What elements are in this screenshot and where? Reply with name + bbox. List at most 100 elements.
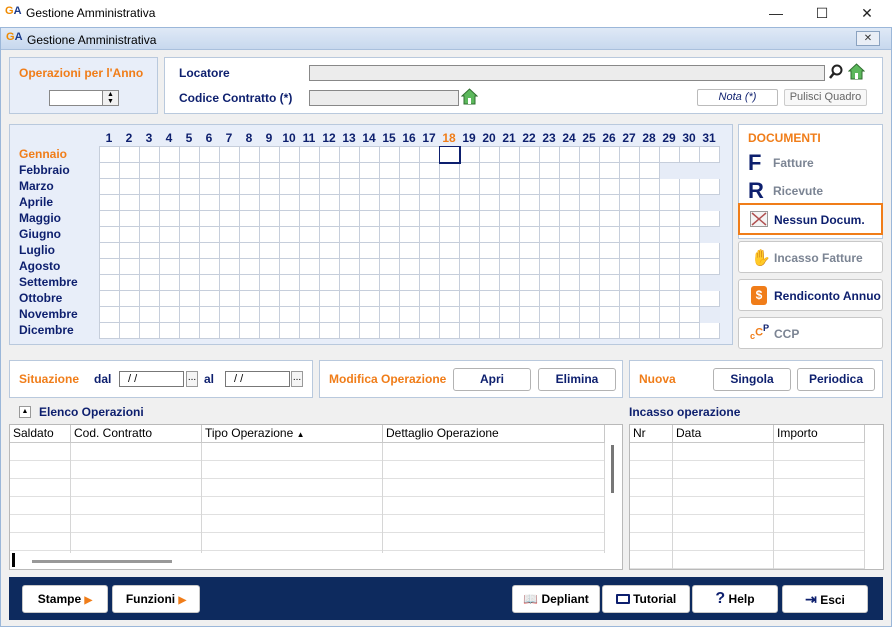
calendar-day-cell[interactable] xyxy=(559,178,580,195)
calendar-day-cell[interactable] xyxy=(159,146,180,163)
calendar-day-cell[interactable] xyxy=(459,146,480,163)
calendar-day-cell[interactable] xyxy=(319,290,340,307)
calendar-day-cell[interactable] xyxy=(599,242,620,259)
calendar-day-cell[interactable] xyxy=(499,210,520,227)
table-row[interactable] xyxy=(10,443,605,461)
calendar-day-cell[interactable] xyxy=(299,290,320,307)
calendar-day-cell[interactable] xyxy=(219,322,240,339)
calendar-day-cell[interactable] xyxy=(679,290,700,307)
calendar-day-cell[interactable] xyxy=(179,242,200,259)
calendar-day-cell[interactable] xyxy=(499,322,520,339)
apri-button[interactable]: Apri xyxy=(453,368,531,391)
calendar-day-cell[interactable] xyxy=(459,210,480,227)
calendar-grid[interactable] xyxy=(99,145,720,339)
calendar-day-cell[interactable] xyxy=(699,322,720,339)
tutorial-button[interactable]: Tutorial xyxy=(602,585,690,613)
calendar-day-cell[interactable] xyxy=(259,258,280,275)
calendar-day-cell[interactable] xyxy=(599,322,620,339)
calendar-day-cell[interactable] xyxy=(119,290,140,307)
calendar-day-cell[interactable] xyxy=(419,178,440,195)
calendar-day-cell[interactable] xyxy=(639,258,660,275)
calendar-day-cell[interactable] xyxy=(699,210,720,227)
calendar-day-cell[interactable] xyxy=(559,226,580,243)
calendar-day-cell[interactable] xyxy=(119,194,140,211)
calendar-day-cell[interactable] xyxy=(239,274,260,291)
calendar-day-cell[interactable] xyxy=(179,178,200,195)
calendar-day-cell[interactable] xyxy=(419,274,440,291)
calendar-day-cell[interactable] xyxy=(519,242,540,259)
calendar-day-cell[interactable] xyxy=(199,258,220,275)
calendar-day-cell[interactable] xyxy=(159,274,180,291)
calendar-day-cell[interactable] xyxy=(699,146,720,163)
calendar-day-cell[interactable] xyxy=(399,290,420,307)
calendar-day-cell[interactable] xyxy=(299,274,320,291)
calendar-day-cell[interactable] xyxy=(119,162,140,179)
calendar-day-cell[interactable] xyxy=(479,162,500,179)
calendar-day-cell[interactable] xyxy=(199,322,220,339)
calendar-day-cell[interactable] xyxy=(399,242,420,259)
calendar-day-cell[interactable] xyxy=(419,322,440,339)
calendar-day-cell[interactable] xyxy=(699,242,720,259)
calendar-day-cell[interactable] xyxy=(139,226,160,243)
calendar-day-cell[interactable] xyxy=(179,210,200,227)
ricevute-option[interactable]: Ricevute xyxy=(773,184,823,198)
calendar-day-cell[interactable] xyxy=(519,306,540,323)
calendar-day-cell[interactable] xyxy=(599,210,620,227)
incasso-fatture-button[interactable]: ✋ Incasso Fatture xyxy=(738,241,883,273)
calendar-day-cell[interactable] xyxy=(139,290,160,307)
calendar-day-cell[interactable] xyxy=(539,306,560,323)
calendar-day-cell[interactable] xyxy=(399,162,420,179)
col-data[interactable]: Data xyxy=(673,425,774,443)
calendar-day-cell[interactable] xyxy=(379,226,400,243)
calendar-day-cell[interactable] xyxy=(639,226,660,243)
calendar-day-cell[interactable] xyxy=(519,322,540,339)
calendar-day-cell[interactable] xyxy=(399,194,420,211)
calendar-day-cell[interactable] xyxy=(379,162,400,179)
calendar-day-cell[interactable] xyxy=(459,242,480,259)
calendar-day-cell[interactable] xyxy=(159,178,180,195)
calendar-day-cell[interactable] xyxy=(459,226,480,243)
calendar-day-cell[interactable] xyxy=(419,306,440,323)
home-icon[interactable] xyxy=(847,63,866,80)
calendar-day-cell[interactable] xyxy=(439,226,460,243)
calendar-day-cell[interactable] xyxy=(239,146,260,163)
calendar-day-cell[interactable] xyxy=(99,258,120,275)
calendar-day-cell[interactable] xyxy=(659,306,680,323)
calendar-day-cell[interactable] xyxy=(679,242,700,259)
calendar-day-cell[interactable] xyxy=(539,274,560,291)
calendar-day-cell[interactable] xyxy=(559,274,580,291)
calendar-day-cell[interactable] xyxy=(619,274,640,291)
calendar-day-cell[interactable] xyxy=(459,178,480,195)
calendar-day-cell[interactable] xyxy=(399,226,420,243)
calendar-day-cell[interactable] xyxy=(559,306,580,323)
calendar-day-cell[interactable] xyxy=(559,146,580,163)
calendar-day-cell[interactable] xyxy=(639,306,660,323)
calendar-day-cell[interactable] xyxy=(499,306,520,323)
calendar-day-cell[interactable] xyxy=(459,162,480,179)
depliant-button[interactable]: 📖 Depliant xyxy=(512,585,600,613)
calendar-day-cell[interactable] xyxy=(219,274,240,291)
calendar-day-cell[interactable] xyxy=(359,210,380,227)
col-cod-contratto[interactable]: Cod. Contratto xyxy=(71,425,202,443)
calendar-day-cell[interactable] xyxy=(419,194,440,211)
calendar-day-cell[interactable] xyxy=(439,242,460,259)
calendar-day-cell[interactable] xyxy=(279,258,300,275)
calendar-day-cell[interactable] xyxy=(239,258,260,275)
calendar-day-cell[interactable] xyxy=(259,194,280,211)
calendar-day-cell[interactable] xyxy=(379,242,400,259)
pulisci-quadro-button[interactable]: Pulisci Quadro xyxy=(784,89,867,106)
calendar-day-cell[interactable] xyxy=(499,194,520,211)
calendar-day-cell[interactable] xyxy=(659,210,680,227)
calendar-day-cell[interactable] xyxy=(699,178,720,195)
calendar-day-cell[interactable] xyxy=(659,194,680,211)
nota-button[interactable]: Nota (*) xyxy=(697,89,778,106)
calendar-day-cell[interactable] xyxy=(519,194,540,211)
calendar-day-cell[interactable] xyxy=(599,178,620,195)
calendar-day-cell[interactable] xyxy=(119,322,140,339)
calendar-day-cell[interactable] xyxy=(419,162,440,179)
calendar-day-cell[interactable] xyxy=(199,290,220,307)
calendar-day-cell[interactable] xyxy=(199,194,220,211)
calendar-day-cell[interactable] xyxy=(579,242,600,259)
calendar-day-cell[interactable] xyxy=(259,290,280,307)
dal-picker-button[interactable]: ... xyxy=(186,371,198,387)
